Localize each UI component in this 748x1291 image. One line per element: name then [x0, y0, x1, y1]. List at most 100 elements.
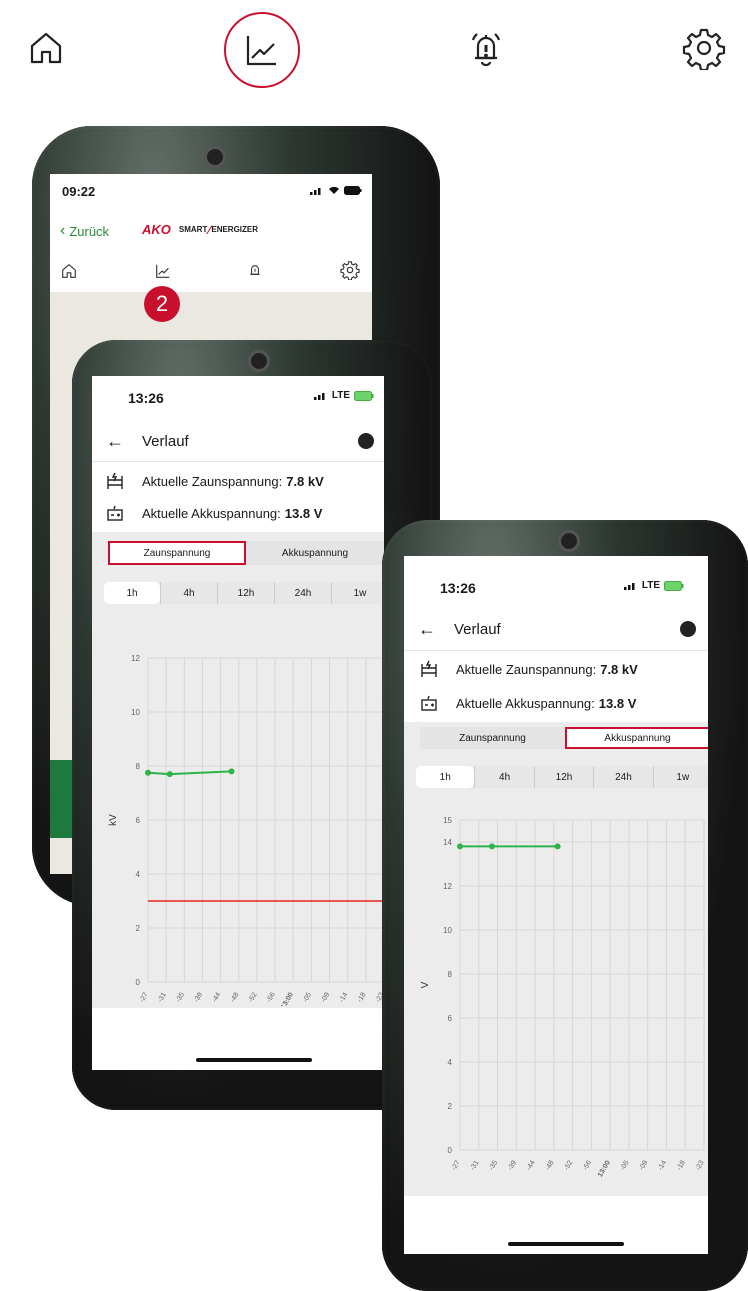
x-tick-label: -56 [582, 1159, 593, 1171]
range-1h[interactable]: 1h [104, 582, 160, 604]
tab-akkuspannung[interactable]: Akkuspannung [565, 727, 708, 749]
phone-mockup-2: 13:26 LTE ← Verlauf Aktuelle Zaunspannun… [72, 340, 432, 1110]
step-badge: 2 [144, 286, 180, 322]
tab-zaunspannung[interactable]: Zaunspannung [108, 541, 246, 565]
chart-icon [156, 264, 170, 278]
status-icons [310, 186, 362, 195]
y-tick-label: 2 [136, 924, 141, 933]
battery-icon [107, 505, 123, 521]
y-tick-label: 6 [136, 816, 141, 825]
range-24h[interactable]: 24h [593, 766, 652, 788]
data-point [488, 843, 495, 850]
y-tick-label: 6 [448, 1014, 453, 1023]
x-tick-label: -14 [338, 991, 349, 1003]
phone-mockup-3: 13:26 LTE ← Verlauf Aktuelle Zaunspannun… [382, 520, 748, 1291]
fence-voltage-row: Aktuelle Zaunspannung: 7.8 kV [106, 472, 324, 490]
battery-voltage-chart: 0 2 4 6 8 10 12 14 15 -27 -31 -35 -39 -44 -48 -52 -56 13:… [420, 816, 706, 1179]
y-tick-label: 0 [448, 1146, 453, 1155]
x-tick-label: -44 [526, 1159, 537, 1171]
data-point [145, 769, 151, 776]
x-tick-label: -23 [695, 1159, 706, 1171]
nav-alarm-icon[interactable] [458, 20, 514, 76]
status-icons: LTE [623, 580, 684, 591]
y-axis-label: V [420, 981, 431, 988]
tab-zaunspannung[interactable]: Zaunspannung [420, 727, 565, 749]
x-tick-label: -48 [229, 991, 240, 1003]
x-tick-label: -09 [638, 1159, 649, 1171]
x-tick-label: -52 [563, 1159, 574, 1171]
home-indicator [196, 1058, 312, 1062]
status-icons: LTE [313, 390, 374, 401]
alarm-icon [250, 265, 260, 275]
range-24h[interactable]: 24h [274, 582, 331, 604]
range-4h[interactable]: 4h [160, 582, 217, 604]
y-tick-label: 12 [131, 654, 140, 663]
x-tick-label: 13:00 [280, 991, 295, 1006]
nav-chart-icon[interactable] [224, 12, 300, 88]
x-tick-label: -31 [469, 1159, 480, 1171]
profile-icon[interactable] [680, 621, 696, 637]
x-tick-label: -31 [157, 991, 168, 1003]
x-tick-label: -52 [248, 991, 259, 1003]
fence-voltage-chart: 0 2 4 6 8 10 12 -27 -31 -35 -39 -44 -48 -52 -56 13:00 -0… [108, 654, 384, 1006]
x-tick-label: -09 [320, 991, 331, 1003]
app-header: ← Verlauf [106, 428, 374, 454]
fence-voltage-row: Aktuelle Zaunspannung: 7.8 kV [420, 660, 638, 678]
x-tick-label: -05 [302, 991, 313, 1003]
x-tick-label: -27 [451, 1159, 462, 1171]
page-title: Verlauf [454, 620, 501, 638]
home-indicator [508, 1242, 624, 1246]
range-1h[interactable]: 1h [416, 766, 475, 788]
home-icon [62, 263, 76, 278]
fence-icon [107, 472, 123, 489]
y-tick-label: 12 [443, 882, 452, 891]
nav-settings-icon[interactable] [676, 20, 732, 76]
page-title: Verlauf [142, 432, 189, 450]
y-tick-label: 10 [131, 708, 140, 717]
data-point [457, 843, 463, 850]
y-tick-label: 4 [136, 870, 141, 879]
range-selector: 1h 4h 12h 24h 1w [416, 766, 708, 788]
phone2-screen: 13:26 LTE ← Verlauf Aktuelle Zaunspannun… [92, 376, 384, 1070]
app-header: ← Verlauf [418, 616, 696, 642]
back-arrow-icon[interactable]: ← [106, 431, 124, 452]
y-axis-label: kV [108, 814, 119, 826]
range-12h[interactable]: 12h [533, 766, 593, 788]
x-tick-label: -44 [211, 991, 222, 1003]
back-arrow-icon[interactable]: ← [418, 619, 436, 640]
y-tick-label: 8 [136, 762, 141, 771]
measurement-tabs: Zaunspannung Akkuspannung [108, 541, 384, 565]
x-tick-label: -27 [139, 991, 150, 1003]
brand-logo: AKO SMART ⁄ ENERGIZER [142, 222, 259, 237]
phone3-screen: 13:26 LTE ← Verlauf Aktuelle Zaunspannun… [404, 556, 708, 1254]
battery-icon [421, 695, 437, 711]
y-tick-label: 14 [443, 838, 452, 847]
x-tick-label: -35 [488, 1159, 499, 1171]
x-tick-label: -18 [356, 991, 367, 1003]
y-tick-label: 10 [443, 926, 452, 935]
y-tick-label: 2 [448, 1102, 453, 1111]
x-tick-label: -39 [193, 991, 204, 1003]
range-12h[interactable]: 12h [217, 582, 274, 604]
y-tick-label: 4 [448, 1058, 453, 1067]
x-tick-label: -18 [676, 1159, 687, 1171]
x-tick-label: -48 [544, 1159, 555, 1171]
y-tick-label: 8 [448, 970, 453, 979]
data-point [228, 768, 235, 775]
profile-icon[interactable] [358, 433, 374, 449]
x-tick-label: -56 [266, 991, 277, 1003]
gear-icon [340, 261, 360, 280]
tab-akkuspannung[interactable]: Akkuspannung [246, 541, 384, 565]
y-tick-label: 15 [443, 816, 452, 825]
back-link[interactable]: ‹ Zurück [60, 222, 109, 240]
phone1-nav [50, 256, 372, 292]
y-tick-label: 0 [136, 978, 141, 987]
battery-voltage-row: Aktuelle Akkuspannung: 13.8 V [420, 694, 636, 712]
nav-home-icon[interactable] [18, 20, 74, 76]
fence-icon [421, 660, 437, 677]
range-4h[interactable]: 4h [474, 766, 533, 788]
range-1w[interactable]: 1w [331, 582, 384, 604]
battery-voltage-row: Aktuelle Akkuspannung: 13.8 V [106, 504, 322, 522]
range-1w[interactable]: 1w [652, 766, 708, 788]
data-point [554, 843, 561, 850]
